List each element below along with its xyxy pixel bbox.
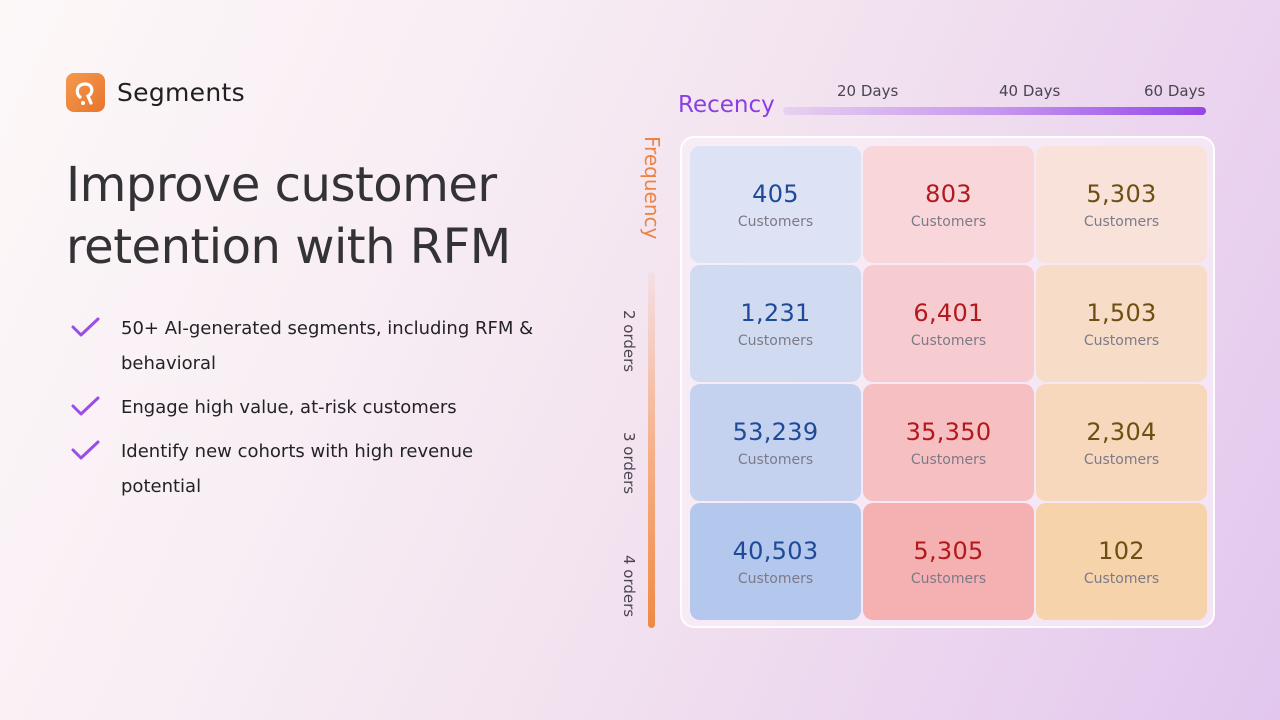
check-icon xyxy=(71,440,100,460)
headline-line-1: Improve customer xyxy=(66,157,497,213)
x-tick-label: 40 Days xyxy=(999,82,1061,100)
check-icon xyxy=(71,396,100,416)
heatmap-cell[interactable]: 102 Customers xyxy=(1036,503,1207,620)
cell-value: 40,503 xyxy=(732,536,819,565)
brand-logo: Segments xyxy=(66,73,245,112)
y-tick-label: 4 orders xyxy=(620,555,638,618)
heatmap-cell[interactable]: 5,305 Customers xyxy=(863,503,1034,620)
headline-line-2: retention with RFM xyxy=(66,219,511,275)
page-headline: Improve customer retention with RFM xyxy=(66,154,586,278)
feature-text: Identify new cohorts with high revenue p… xyxy=(121,441,474,497)
brand-name: Segments xyxy=(117,78,245,107)
heatmap-cell[interactable]: 5,303 Customers xyxy=(1036,146,1207,263)
heatmap-cell[interactable]: 35,350 Customers xyxy=(863,384,1034,501)
cell-unit-label: Customers xyxy=(1083,213,1160,230)
heatmap-cell[interactable]: 2,304 Customers xyxy=(1036,384,1207,501)
cell-unit-label: Customers xyxy=(1083,570,1160,587)
cell-unit-label: Customers xyxy=(910,451,987,468)
cell-value: 35,350 xyxy=(905,417,992,446)
feature-item: 50+ AI-generated segments, including RFM… xyxy=(70,311,550,381)
cell-value: 803 xyxy=(925,179,972,208)
heatmap-cell[interactable]: 803 Customers xyxy=(863,146,1034,263)
segments-logo-icon xyxy=(66,73,105,112)
cell-value: 5,305 xyxy=(913,536,984,565)
cell-unit-label: Customers xyxy=(1083,332,1160,349)
recency-axis-label: Recency xyxy=(678,92,775,118)
cell-unit-label: Customers xyxy=(910,570,987,587)
cell-value: 102 xyxy=(1098,536,1145,565)
x-tick-label: 60 Days xyxy=(1144,82,1206,100)
feature-item: Identify new cohorts with high revenue p… xyxy=(70,434,550,504)
cell-unit-label: Customers xyxy=(910,332,987,349)
feature-text: 50+ AI-generated segments, including RFM… xyxy=(121,318,534,374)
cell-value: 5,303 xyxy=(1086,179,1157,208)
cell-value: 1,231 xyxy=(740,298,811,327)
cell-unit-label: Customers xyxy=(737,451,814,468)
heatmap-cell[interactable]: 1,231 Customers xyxy=(690,265,861,382)
y-tick-label: 3 orders xyxy=(620,432,638,495)
heatmap-cell[interactable]: 405 Customers xyxy=(690,146,861,263)
y-tick-label: 2 orders xyxy=(620,310,638,373)
feature-item: Engage high value, at-risk customers xyxy=(70,390,550,425)
check-icon xyxy=(71,317,100,337)
x-tick-label: 20 Days xyxy=(837,82,899,100)
heatmap-cell[interactable]: 40,503 Customers xyxy=(690,503,861,620)
cell-unit-label: Customers xyxy=(737,213,814,230)
recency-gradient-bar xyxy=(783,107,1206,115)
cell-value: 1,503 xyxy=(1086,298,1157,327)
heatmap-cell[interactable]: 6,401 Customers xyxy=(863,265,1034,382)
heatmap-cell[interactable]: 53,239 Customers xyxy=(690,384,861,501)
cell-unit-label: Customers xyxy=(910,213,987,230)
frequency-axis-label: Frequency xyxy=(640,136,664,240)
cell-value: 53,239 xyxy=(732,417,819,446)
feature-list: 50+ AI-generated segments, including RFM… xyxy=(70,311,550,513)
feature-text: Engage high value, at-risk customers xyxy=(121,397,457,418)
cell-value: 405 xyxy=(752,179,799,208)
cell-value: 2,304 xyxy=(1086,417,1157,446)
heatmap-cell[interactable]: 1,503 Customers xyxy=(1036,265,1207,382)
cell-unit-label: Customers xyxy=(1083,451,1160,468)
rfm-heatmap: 405 Customers 803 Customers 5,303 Customers 1,… xyxy=(680,136,1215,628)
cell-unit-label: Customers xyxy=(737,332,814,349)
cell-value: 6,401 xyxy=(913,298,984,327)
frequency-gradient-bar xyxy=(648,272,655,628)
cell-unit-label: Customers xyxy=(737,570,814,587)
